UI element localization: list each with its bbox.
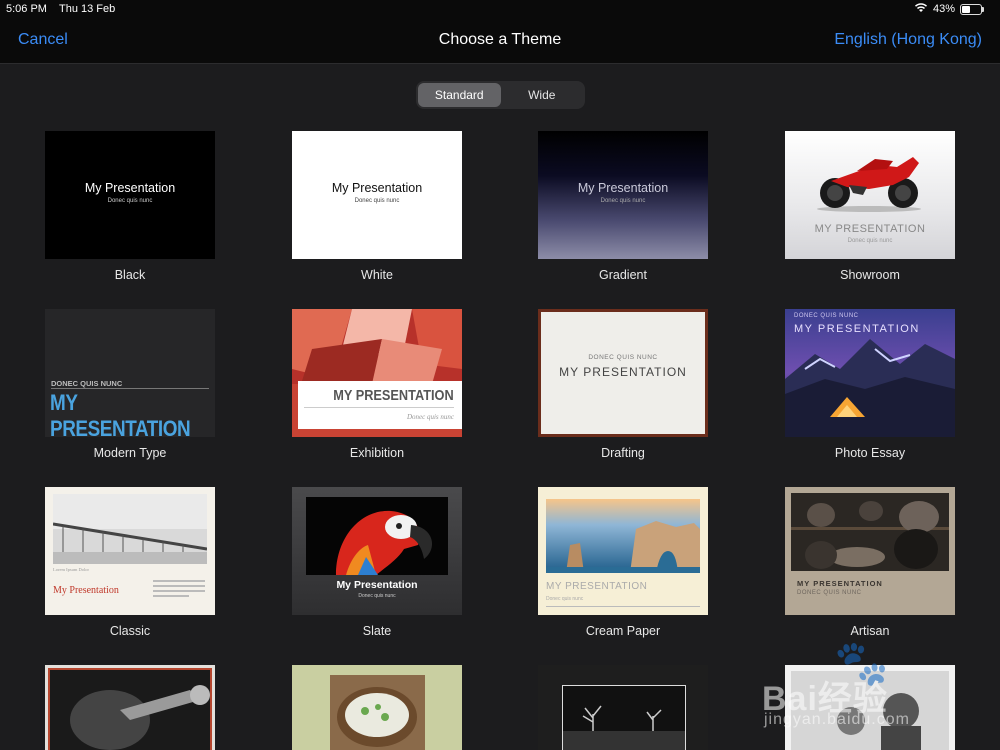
theme-label: Black <box>114 268 146 282</box>
thumb-title: MY PRESENTATION <box>814 223 926 235</box>
segment-standard[interactable]: Standard <box>418 83 501 107</box>
theme-tile-cream-paper[interactable]: MY PRESENTATION Donec quis nunc Cream Pa… <box>538 487 708 638</box>
thumb-subtitle: Donec quis nunc <box>354 198 400 204</box>
aspect-segmented-control: Standard Wide <box>416 81 585 109</box>
theme-thumbnail[interactable]: MY PRESENTATION Donec quis nunc <box>785 131 955 259</box>
theme-tile-modern-type[interactable]: DONEC QUIS NUNC MY PRESENTATION Modern T… <box>45 309 215 460</box>
nav-bar: Cancel Choose a Theme English (Hong Kong… <box>0 18 1000 64</box>
theme-tile-exhibition[interactable]: MY PRESENTATION Donec quis nunc Exhibiti… <box>292 309 462 460</box>
theme-label: Drafting <box>601 446 645 460</box>
theme-label: Gradient <box>599 268 647 282</box>
tree-photo <box>563 686 685 750</box>
theme-tile-black[interactable]: My Presentation Donec quis nunc Black <box>45 131 215 282</box>
body-text-lines <box>153 580 205 597</box>
theme-tile-white[interactable]: My Presentation Donec quis nunc White <box>292 131 462 282</box>
segment-wide[interactable]: Wide <box>501 83 584 107</box>
watermark-url: jingyan.baidu.com <box>764 711 910 728</box>
theme-label: Photo Essay <box>834 446 906 460</box>
battery-icon <box>960 3 984 15</box>
thumb-title: MY PRESENTATION <box>797 579 883 588</box>
battery-percent: 43% <box>932 3 955 15</box>
thumb-divider <box>304 407 454 408</box>
theme-tile-artisan[interactable]: MY PRESENTATION DONEC QUIS NUNC Artisan <box>785 487 955 638</box>
thumb-subtitle: Lorem Ipsum Dolor <box>53 567 89 572</box>
thumb-title: My Presentation <box>53 585 119 596</box>
motorcycle-image <box>817 157 921 212</box>
thumb-subtitle: Donec quis nunc <box>406 413 454 421</box>
baidu-watermark: 🐾 Bai经验 jingyan.baidu.com <box>762 637 952 732</box>
status-bar: 5:06 PM Thu 13 Feb 43% <box>0 0 1000 18</box>
thumb-subtitle: Donec quis nunc <box>600 198 646 204</box>
theme-thumbnail[interactable]: My Presentation Donec quis nunc <box>45 131 215 259</box>
theme-tile-drafting[interactable]: DONEC QUIS NUNC MY PRESENTATION Drafting <box>538 309 708 460</box>
title-panel: MY PRESENTATION Donec quis nunc <box>298 381 462 429</box>
thumb-title: MY PRESENTATION <box>50 390 191 437</box>
status-right: 43% <box>914 2 984 16</box>
thumb-title: MY PRESENTATION <box>546 581 648 592</box>
thumb-subtitle: DONEC QUIS NUNC <box>794 313 859 319</box>
theme-label: Classic <box>109 624 151 638</box>
thumb-title: My Presentation <box>336 579 418 591</box>
thumb-subtitle: Donec quis nunc <box>107 198 153 204</box>
theme-thumbnail[interactable]: My Presentation Donec quis nunc <box>292 131 462 259</box>
theme-thumbnail[interactable]: DONEC QUIS NUNC MY PRESENTATION <box>45 309 215 437</box>
thumb-title: MY PRESENTATION <box>794 323 920 335</box>
theme-tile-classic[interactable]: Lorem Ipsum Dolor My Presentation Classi… <box>45 487 215 638</box>
theme-thumbnail[interactable]: MY PRESENTATION DONEC QUIS NUNC <box>785 487 955 615</box>
trumpet-photo <box>50 670 210 750</box>
theme-thumbnail[interactable] <box>292 665 462 750</box>
theme-label: Showroom <box>840 268 900 282</box>
thumb-subtitle: DONEC QUIS NUNC <box>588 354 658 361</box>
theme-thumbnail[interactable]: My Presentation Donec quis nunc <box>292 487 462 615</box>
thumb-title: My Presentation <box>577 181 669 195</box>
paper-area: DONEC QUIS NUNC MY PRESENTATION <box>541 312 705 434</box>
theme-thumbnail[interactable]: DONEC QUIS NUNC MY PRESENTATION <box>538 309 708 437</box>
theme-thumbnail[interactable]: MY PRESENTATION Donec quis nunc <box>292 309 462 437</box>
theme-tile-slate[interactable]: My Presentation Donec quis nunc Slate <box>292 487 462 638</box>
thumb-divider <box>546 606 700 607</box>
theme-label: White <box>361 268 393 282</box>
language-button[interactable]: English (Hong Kong) <box>834 31 982 49</box>
theme-label: Modern Type <box>93 446 167 460</box>
pottery-photo <box>791 493 949 571</box>
status-date: Thu 13 Feb <box>59 3 116 15</box>
thumb-subtitle: Donec quis nunc <box>847 238 893 244</box>
thumb-frame <box>562 685 686 750</box>
status-time: 5:06 PM <box>6 3 47 15</box>
theme-thumbnail[interactable]: Lorem Ipsum Dolor My Presentation <box>45 487 215 615</box>
theme-thumbnail[interactable]: My Presentation Donec quis nunc <box>538 131 708 259</box>
theme-label: Cream Paper <box>585 624 661 638</box>
theme-label: Slate <box>362 624 392 638</box>
thumb-subtitle: DONEC QUIS NUNC <box>51 379 123 388</box>
theme-tile-row4-1[interactable] <box>45 665 215 750</box>
theme-tile-row4-2[interactable] <box>292 665 462 750</box>
thumb-title: MY PRESENTATION <box>333 387 454 404</box>
coastal-photo <box>546 499 700 573</box>
thumb-frame <box>48 668 212 750</box>
thumb-title: MY PRESENTATION <box>559 365 687 379</box>
wifi-icon <box>914 2 928 16</box>
theme-tile-photo-essay[interactable]: MY PRESENTATION DONEC QUIS NUNC Photo Es… <box>785 309 955 460</box>
theme-thumbnail[interactable] <box>538 665 708 750</box>
theme-tile-gradient[interactable]: My Presentation Donec quis nunc Gradient <box>538 131 708 282</box>
thumb-divider <box>51 388 209 389</box>
theme-tile-showroom[interactable]: MY PRESENTATION Donec quis nunc Showroom <box>785 131 955 282</box>
theme-tile-row4-3[interactable] <box>538 665 708 750</box>
parrot-photo <box>306 497 448 575</box>
theme-thumbnail[interactable] <box>45 665 215 750</box>
theme-label: Artisan <box>850 624 890 638</box>
theme-thumbnail[interactable]: MY PRESENTATION DONEC QUIS NUNC <box>785 309 955 437</box>
thumb-title: My Presentation <box>84 181 176 195</box>
bridge-photo <box>53 494 207 564</box>
thumb-subtitle: DONEC QUIS NUNC <box>797 590 862 596</box>
thumb-subtitle: Donec quis nunc <box>358 593 396 599</box>
theme-thumbnail[interactable]: MY PRESENTATION Donec quis nunc <box>538 487 708 615</box>
thumb-subtitle: Donec quis nunc <box>546 596 584 602</box>
theme-label: Exhibition <box>349 446 405 460</box>
food-photo <box>330 675 425 750</box>
thumb-title: My Presentation <box>331 181 423 195</box>
